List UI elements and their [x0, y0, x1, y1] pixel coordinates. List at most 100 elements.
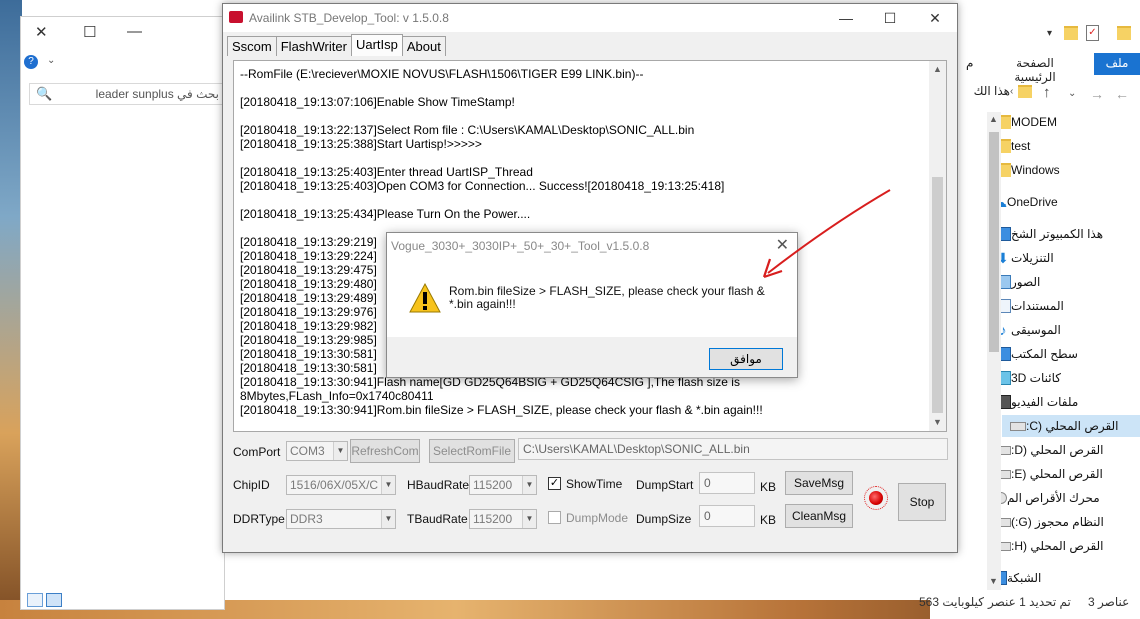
nav-item-this-pc[interactable]: هذا الكمبيوتر الشخ	[987, 223, 1122, 245]
dumpmode-checkbox[interactable]	[548, 511, 561, 524]
comport-label: ComPort	[233, 445, 281, 459]
scroll-thumb[interactable]	[932, 177, 943, 413]
tab-uartisp[interactable]: UartIsp	[350, 34, 403, 56]
nav-label: القرص المحلي (E:	[1011, 467, 1103, 481]
help-icon[interactable]: ?	[24, 55, 38, 69]
folder-icon[interactable]	[1064, 26, 1078, 40]
nav-item-pictures[interactable]: الصور	[987, 271, 1122, 293]
scroll-thumb[interactable]	[989, 132, 999, 352]
ok-button[interactable]: موافق	[709, 348, 783, 370]
qat-chevron-icon[interactable]: ▾	[1047, 28, 1052, 39]
scroll-up-icon[interactable]: ▲	[989, 114, 998, 124]
nav-item-cd-drive[interactable]: محرك الأقراص الم	[987, 487, 1122, 509]
dumpsize-input[interactable]: 0	[699, 505, 755, 527]
warning-icon	[409, 283, 441, 313]
nav-item-music[interactable]: الموسيقى ♪	[987, 319, 1122, 341]
comport-select[interactable]: COM3 ▼	[286, 441, 348, 461]
search-icon: 🔍	[36, 86, 53, 101]
chipid-select[interactable]: 1516/06X/05X/C ▼	[286, 475, 396, 495]
stop-button[interactable]: Stop	[898, 483, 946, 521]
nav-item-drive-c[interactable]: القرص المحلي (C:	[1002, 415, 1140, 437]
recent-chevron-icon[interactable]: ⌄	[1068, 88, 1076, 99]
dialog-footer: موافق	[387, 337, 797, 377]
properties-icon[interactable]: ✓	[1086, 25, 1099, 41]
tbaudrate-select[interactable]: 115200 ▼	[469, 509, 537, 529]
tab-share[interactable]: م	[958, 53, 974, 75]
minimize-icon[interactable]: —	[831, 8, 861, 28]
search-input[interactable]: بحث في leader sunplus 🔍	[29, 83, 226, 105]
clean-msg-button[interactable]: CleanMsg	[785, 504, 853, 528]
maximize-icon[interactable]: ☐	[83, 23, 96, 41]
nav-item-modem[interactable]: MODEM	[987, 111, 1122, 133]
chevron-down-icon: ▼	[381, 510, 395, 528]
close-icon[interactable]: ✕	[35, 23, 48, 41]
scroll-down-icon[interactable]: ▼	[989, 576, 998, 586]
tab-file[interactable]: ملف	[1094, 53, 1140, 75]
scroll-down-icon[interactable]: ▼	[933, 417, 942, 427]
nav-label: القرص المحلي (H:	[1011, 539, 1104, 553]
tab-flashwriter[interactable]: FlashWriter	[275, 36, 352, 56]
log-scrollbar[interactable]: ▲ ▼	[929, 61, 946, 431]
refresh-com-button[interactable]: RefreshCom	[350, 439, 420, 463]
nav-item-videos[interactable]: ملفات الفيديو	[987, 391, 1122, 413]
nav-item-3d-objects[interactable]: كائنات 3D	[987, 367, 1122, 389]
nav-label: Windows	[1011, 163, 1060, 177]
chevron-down-icon[interactable]: ⌄	[47, 55, 55, 66]
dialog-message: Rom.bin fileSize > FLASH_SIZE, please ch…	[449, 284, 765, 311]
nav-item-test[interactable]: test	[987, 135, 1122, 157]
select-rom-button[interactable]: SelectRomFile	[429, 439, 515, 463]
scroll-up-icon[interactable]: ▲	[933, 64, 942, 74]
nav-item-downloads[interactable]: التنزيلات ⬇	[987, 247, 1122, 269]
nav-item-drive-d[interactable]: القرص المحلي (D:	[987, 439, 1122, 461]
tiles-view-icon[interactable]	[46, 593, 62, 607]
details-view-icon[interactable]	[27, 593, 43, 607]
chevron-down-icon: ▼	[381, 476, 395, 494]
dumpstart-input[interactable]: 0	[699, 472, 755, 494]
chevron-down-icon: ▼	[522, 476, 536, 494]
chipid-value: 1516/06X/05X/C	[290, 478, 379, 492]
tab-sscom[interactable]: Sscom	[227, 36, 277, 56]
hbaudrate-select[interactable]: 115200 ▼	[469, 475, 537, 495]
nav-label: ملفات الفيديو	[1011, 395, 1079, 409]
desktop-wallpaper	[0, 0, 22, 619]
up-icon[interactable]: ↑	[1043, 84, 1051, 101]
nav-label: test	[1011, 139, 1031, 153]
showtime-checkbox[interactable]: ✓	[548, 477, 561, 490]
folder-icon[interactable]	[1117, 26, 1131, 40]
nav-item-drive-e[interactable]: القرص المحلي (E:	[987, 463, 1122, 485]
showtime-label: ShowTime	[566, 477, 623, 491]
forward-icon[interactable]: →	[1090, 86, 1104, 102]
nav-item-windows[interactable]: Windows	[987, 159, 1122, 181]
minimize-icon[interactable]: —	[127, 23, 142, 40]
error-dialog: Vogue_3030+_3030IP+_50+_30+_Tool_v1.5.0.…	[386, 232, 798, 378]
folder-icon	[1018, 85, 1032, 98]
nav-item-drive-g[interactable]: النظام محجوز (G:)	[987, 511, 1122, 533]
maximize-icon[interactable]: ☐	[875, 8, 905, 28]
save-msg-button[interactable]: SaveMsg	[785, 471, 853, 495]
rom-path-field[interactable]: C:\Users\KAMAL\Desktop\SONIC_ALL.bin	[518, 438, 948, 460]
nav-scrollbar[interactable]: ▲ ▼	[987, 112, 1001, 590]
nav-item-documents[interactable]: المستندات	[987, 295, 1122, 317]
chevron-down-icon: ▼	[522, 510, 536, 528]
back-icon[interactable]: ←	[1115, 86, 1129, 102]
tab-home[interactable]: الصفحة الرئيسية	[990, 53, 1080, 84]
tab-about[interactable]: About	[401, 36, 446, 56]
ddrtype-select[interactable]: DDR3 ▼	[286, 509, 396, 529]
dumpstart-unit: KB	[760, 480, 777, 494]
hbaudrate-value: 115200	[473, 478, 513, 492]
nav-item-drive-h[interactable]: القرص المحلي (H:	[987, 535, 1122, 557]
nav-label: النظام محجوز (G:)	[1011, 515, 1104, 529]
nav-item-network[interactable]: الشبكة	[983, 567, 1118, 589]
nav-item-onedrive[interactable]: OneDrive☁	[983, 191, 1118, 213]
address-path[interactable]: هذا الك	[952, 84, 1010, 102]
nav-label: OneDrive	[1007, 195, 1058, 209]
log-line: [20180418_19:13:30:941]Rom.bin fileSize …	[240, 403, 763, 417]
nav-label: كائنات 3D	[1011, 371, 1061, 385]
nav-label: المستندات	[1011, 299, 1064, 313]
nav-label: MODEM	[1011, 115, 1057, 129]
nav-item-desktop[interactable]: سطح المكتب	[987, 343, 1122, 365]
annotation-arrow	[762, 189, 891, 279]
close-icon[interactable]: ✕	[920, 8, 950, 28]
